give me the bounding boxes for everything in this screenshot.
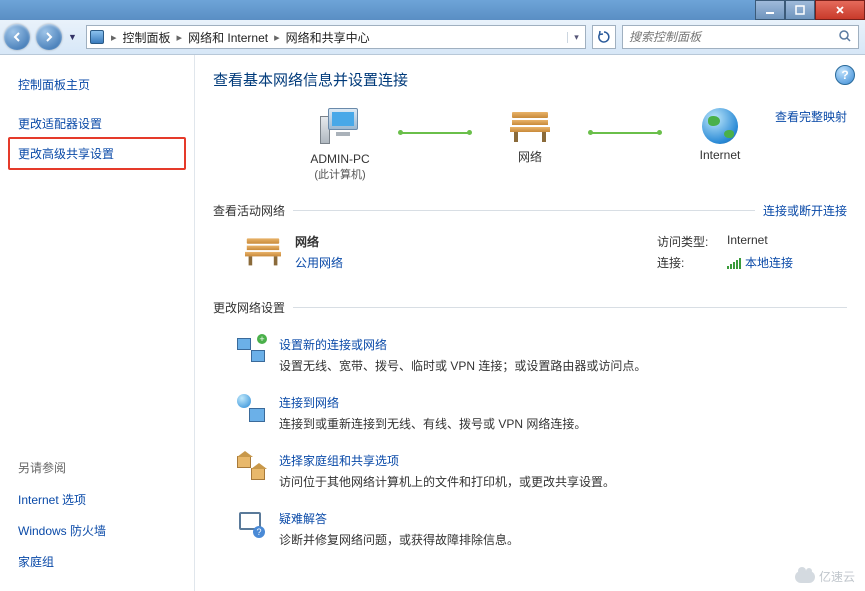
connection-label: 连接: (657, 254, 727, 271)
watermark: 亿速云 (795, 568, 855, 585)
chevron-right-icon: ▸ (270, 31, 284, 44)
help-icon[interactable]: ? (835, 65, 855, 85)
new-connection-icon: + (237, 336, 265, 364)
section-heading-text: 更改网络设置 (213, 299, 293, 316)
access-type-value: Internet (727, 233, 768, 250)
settings-item-desc: 诊断并修复网络问题，或获得故障排除信息。 (279, 531, 519, 548)
settings-item-new-connection: + 设置新的连接或网络 设置无线、宽带、拨号、临时或 VPN 连接；或设置路由器… (237, 326, 847, 384)
window-titlebar (0, 0, 865, 20)
sidebar-homegroup[interactable]: 家庭组 (18, 546, 194, 577)
chevron-right-icon: ▸ (173, 31, 187, 44)
content-area: 控制面板主页 更改适配器设置 更改高级共享设置 另请参阅 Internet 选项… (0, 55, 865, 591)
watermark-text: 亿速云 (819, 568, 855, 585)
network-map: ADMIN-PC (此计算机) 网络 Internet 查看完整映射 (213, 108, 847, 182)
connect-disconnect-link[interactable]: 连接或断开连接 (755, 202, 847, 219)
refresh-button[interactable] (592, 25, 616, 49)
map-pc-sublabel: (此计算机) (280, 166, 400, 182)
settings-item-desc: 访问位于其他网络计算机上的文件和打印机，或更改共享设置。 (279, 473, 615, 490)
network-type-link[interactable]: 公用网络 (295, 254, 657, 271)
map-internet-label: Internet (660, 148, 780, 162)
control-panel-icon (87, 30, 107, 44)
navigation-bar: ▼ ▸ 控制面板 ▸ 网络和 Internet ▸ 网络和共享中心 ▾ (0, 20, 865, 55)
page-title: 查看基本网络信息并设置连接 (213, 69, 847, 90)
active-networks-heading: 查看活动网络 连接或断开连接 (213, 202, 847, 219)
see-full-map-link[interactable]: 查看完整映射 (775, 108, 847, 125)
bench-icon (243, 235, 283, 267)
settings-item-troubleshoot: ? 疑难解答 诊断并修复网络问题，或获得故障排除信息。 (237, 500, 847, 558)
breadcrumb-level-2[interactable]: 网络和 Internet (186, 29, 270, 46)
settings-item-title[interactable]: 设置新的连接或网络 (279, 336, 646, 353)
minimize-button[interactable] (755, 0, 785, 20)
nav-back-button[interactable] (4, 24, 30, 50)
sidebar-internet-options[interactable]: Internet 选项 (18, 484, 194, 515)
settings-list: + 设置新的连接或网络 设置无线、宽带、拨号、临时或 VPN 连接；或设置路由器… (213, 326, 847, 558)
sidebar: 控制面板主页 更改适配器设置 更改高级共享设置 另请参阅 Internet 选项… (0, 55, 195, 591)
breadcrumb-level-1[interactable]: 控制面板 (121, 29, 173, 46)
settings-item-connect-network: 连接到网络 连接到或重新连接到无线、有线、拨号或 VPN 网络连接。 (237, 384, 847, 442)
settings-item-desc: 连接到或重新连接到无线、有线、拨号或 VPN 网络连接。 (279, 415, 586, 432)
active-network-item: 网络 公用网络 访问类型: Internet 连接: 本地连接 (213, 229, 847, 289)
network-name: 网络 (295, 233, 657, 250)
window-buttons (755, 0, 865, 20)
computer-icon (320, 108, 360, 148)
settings-item-title[interactable]: 选择家庭组和共享选项 (279, 452, 615, 469)
cloud-icon (795, 571, 815, 583)
map-pc-label: ADMIN-PC (280, 152, 400, 166)
connection-link[interactable]: 本地连接 (727, 254, 793, 271)
signal-icon (727, 257, 741, 269)
sidebar-advanced-sharing[interactable]: 更改高级共享设置 (18, 145, 176, 162)
breadcrumb[interactable]: ▸ 控制面板 ▸ 网络和 Internet ▸ 网络和共享中心 ▾ (86, 25, 586, 49)
access-type-label: 访问类型: (657, 233, 727, 250)
search-icon[interactable] (838, 29, 852, 46)
chevron-right-icon: ▸ (107, 31, 121, 44)
search-input[interactable] (629, 30, 838, 44)
map-node-pc: ADMIN-PC (此计算机) (280, 108, 400, 182)
homegroup-icon (237, 452, 265, 480)
troubleshoot-icon: ? (237, 510, 265, 538)
connect-network-icon (237, 394, 265, 422)
sidebar-adapter-settings[interactable]: 更改适配器设置 (18, 108, 194, 139)
maximize-button[interactable] (785, 0, 815, 20)
connection-value: 本地连接 (745, 254, 793, 271)
sidebar-windows-firewall[interactable]: Windows 防火墙 (18, 515, 194, 546)
map-node-internet: Internet (660, 108, 780, 162)
sidebar-also-see: 另请参阅 (18, 451, 194, 484)
settings-item-title[interactable]: 疑难解答 (279, 510, 519, 527)
sidebar-home-link[interactable]: 控制面板主页 (18, 69, 194, 100)
globe-icon (702, 108, 738, 144)
map-connection-line (400, 132, 470, 134)
settings-item-desc: 设置无线、宽带、拨号、临时或 VPN 连接；或设置路由器或访问点。 (279, 357, 646, 374)
search-box[interactable] (622, 25, 859, 49)
breadcrumb-level-3[interactable]: 网络和共享中心 (284, 29, 372, 46)
map-network-label: 网络 (470, 148, 590, 165)
bench-icon (508, 108, 552, 144)
breadcrumb-dropdown[interactable]: ▾ (567, 32, 585, 43)
close-button[interactable] (815, 0, 865, 20)
main-panel: ? 查看基本网络信息并设置连接 ADMIN-PC (此计算机) 网络 Inter… (195, 55, 865, 591)
sidebar-advanced-sharing-highlighted: 更改高级共享设置 (8, 137, 186, 170)
map-connection-line (590, 132, 660, 134)
section-heading-text: 查看活动网络 (213, 202, 293, 219)
settings-item-title[interactable]: 连接到网络 (279, 394, 586, 411)
change-settings-heading: 更改网络设置 (213, 299, 847, 316)
settings-item-homegroup: 选择家庭组和共享选项 访问位于其他网络计算机上的文件和打印机，或更改共享设置。 (237, 442, 847, 500)
nav-history-dropdown[interactable]: ▼ (68, 32, 80, 42)
nav-forward-button[interactable] (36, 24, 62, 50)
map-node-network: 网络 (470, 108, 590, 165)
